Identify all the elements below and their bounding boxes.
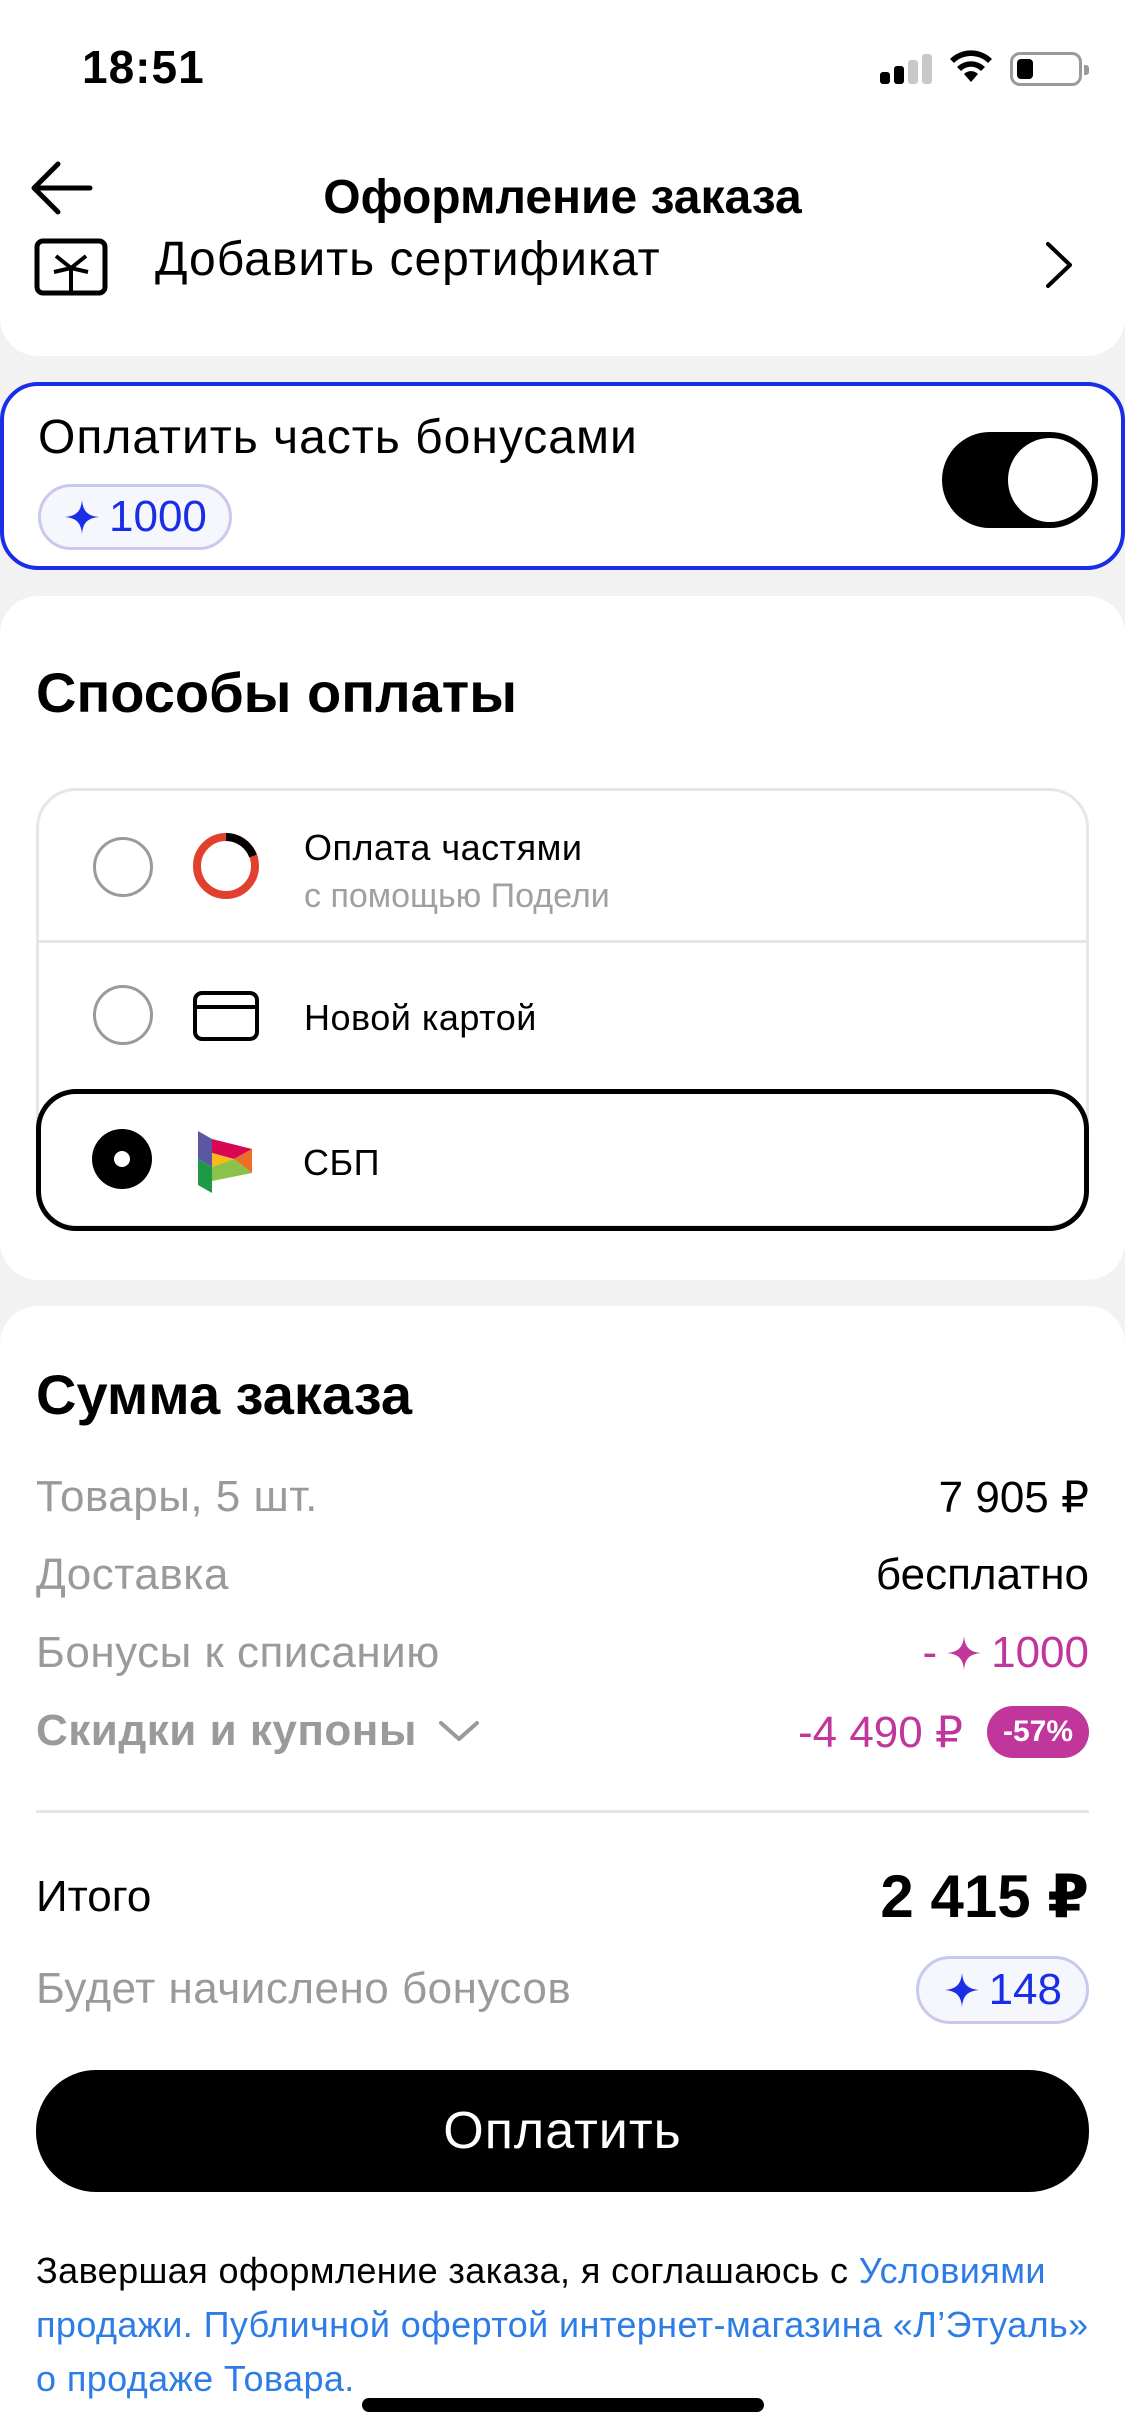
bonus-earn-label: Будет начислено бонусов (36, 1964, 572, 2013)
pay-button[interactable]: Оплатить (36, 2070, 1089, 2192)
divider (36, 1810, 1089, 1813)
status-time: 18:51 (82, 41, 205, 93)
bonus-writeoff-label: Бонусы к списанию (36, 1628, 440, 1677)
discounts-toggle[interactable]: Скидки и купоны (36, 1706, 481, 1756)
bonus-balance-value: 1000 (109, 492, 207, 541)
bonus-earn-value: 148 (988, 1965, 1062, 2014)
payment-methods-heading: Способы оплаты (36, 661, 518, 724)
sbp-logo-icon (198, 1131, 252, 1193)
bonus-earn-chip: 148 (915, 1956, 1089, 2024)
legal-text: Завершая оформление заказа, я соглашаюсь… (36, 2250, 859, 2291)
summary-row-items: Товары, 5 шт. 7 905 ₽ (36, 1472, 1089, 1532)
legal-notice: Завершая оформление заказа, я соглашаюсь… (36, 2244, 1096, 2406)
items-value: 7 905 ₽ (938, 1473, 1089, 1522)
add-certificate-row[interactable]: Добавить сертификат (0, 230, 1125, 296)
total-value: 2 415 ₽ (880, 1863, 1089, 1930)
bonus-writeoff-value: - 1000 (922, 1628, 1089, 1678)
items-label: Товары, 5 шт. (36, 1472, 318, 1521)
bonus-balance-chip: 1000 (38, 484, 232, 550)
certificate-icon (34, 238, 108, 296)
discount-percent-badge: -57% (986, 1706, 1089, 1758)
podeli-logo-icon (193, 833, 259, 899)
chevron-down-icon (438, 1721, 479, 1741)
discounts-value: -4 490 ₽ (797, 1707, 963, 1757)
summary-row-bonus: Бонусы к списанию - 1000 (36, 1628, 1089, 1688)
payment-option-new-card[interactable]: Новой картой (39, 943, 1086, 1089)
sbp-title: СБП (303, 1142, 380, 1183)
cellular-signal-icon (880, 54, 934, 84)
payment-option-sbp[interactable]: СБП (36, 1089, 1089, 1231)
pay-with-bonuses-toggle[interactable] (942, 432, 1098, 528)
toggle-knob (1008, 438, 1092, 522)
installments-subtitle: с помощью Подели (304, 877, 610, 915)
home-indicator (362, 2398, 764, 2412)
bonus-writeoff-sign: - (922, 1628, 938, 1677)
payment-methods-list: Оплата частями с помощью Подели Новой ка… (36, 788, 1089, 1231)
payment-option-installments[interactable]: Оплата частями с помощью Подели (39, 791, 1086, 943)
total-label: Итого (36, 1872, 152, 1921)
battery-icon (1010, 52, 1089, 86)
star-icon (947, 1635, 982, 1671)
card-icon (193, 991, 259, 1041)
payment-methods-card: Способы оплаты Оплата частями с помощью … (0, 596, 1125, 1280)
delivery-label: Доставка (36, 1550, 229, 1599)
radio-sbp[interactable] (92, 1129, 152, 1189)
radio-installments[interactable] (93, 837, 153, 897)
order-summary-heading: Сумма заказа (36, 1363, 413, 1426)
pay-with-bonuses-card: Оплатить часть бонусами 1000 (0, 382, 1125, 570)
page-title: Оформление заказа (323, 171, 802, 224)
radio-new-card[interactable] (93, 985, 153, 1045)
chevron-right-icon (1046, 242, 1072, 288)
summary-row-delivery: Доставка бесплатно (36, 1550, 1089, 1610)
star-icon (64, 499, 100, 535)
discounts-value-group: -4 490 ₽ -57% (798, 1706, 1089, 1758)
wifi-icon (950, 50, 992, 82)
new-card-title: Новой картой (304, 997, 537, 1038)
bonus-writeoff-amount: 1000 (991, 1628, 1089, 1677)
certificate-card: Добавить сертификат (0, 230, 1125, 356)
status-bar: 18:51 (0, 0, 1125, 130)
add-certificate-label: Добавить сертификат (155, 233, 661, 286)
discounts-label: Скидки и купоны (36, 1706, 417, 1755)
summary-row-discounts[interactable]: Скидки и купоны -4 490 ₽ -57% (36, 1706, 1089, 1766)
order-summary-card: Сумма заказа Товары, 5 шт. 7 905 ₽ Доста… (0, 1306, 1125, 2436)
delivery-value: бесплатно (875, 1550, 1089, 1599)
star-icon (944, 1972, 979, 2008)
pay-with-bonuses-label: Оплатить часть бонусами (38, 411, 638, 464)
installments-title: Оплата частями (304, 827, 583, 868)
